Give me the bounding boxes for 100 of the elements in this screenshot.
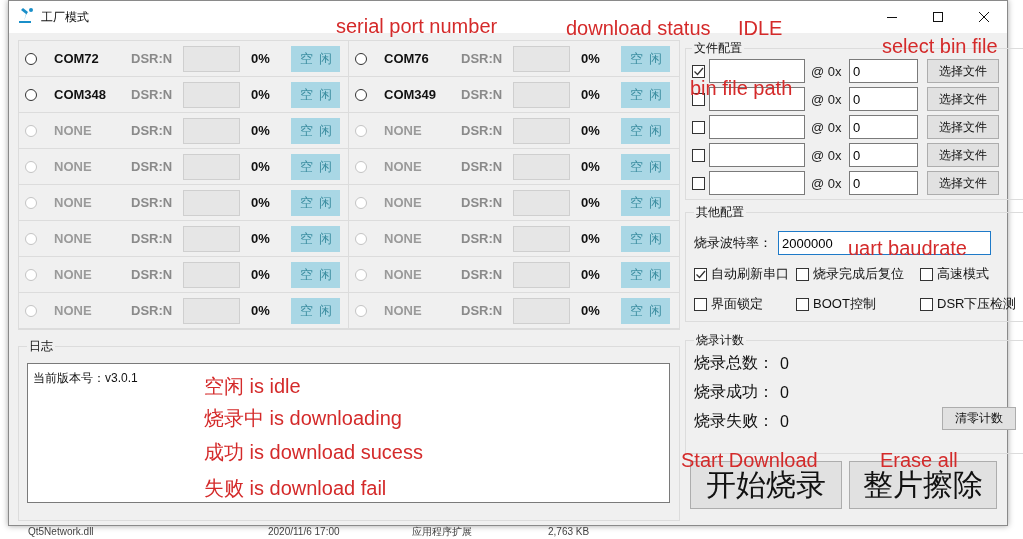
checkbox[interactable] (694, 267, 707, 281)
count-value: 0 (780, 412, 789, 431)
select-file-button[interactable]: 选择文件 (927, 171, 999, 195)
annotation-text: 烧录中 is downloading (204, 408, 402, 428)
port-name: COM72 (54, 51, 100, 66)
option-label: BOOT控制 (813, 295, 876, 313)
dsr-label: DSR:N (131, 159, 174, 174)
annotation-text: IDLE (738, 18, 783, 38)
radio-button[interactable] (25, 52, 37, 65)
dsr-label: DSR:N (131, 267, 174, 282)
dsr-label: DSR:N (461, 87, 504, 102)
dsr-label: DSR:N (461, 159, 504, 174)
percent-label: 0% (581, 303, 601, 318)
select-file-button[interactable]: 选择文件 (927, 143, 999, 167)
dsr-label: DSR:N (461, 123, 504, 138)
address-field[interactable]: 0 (849, 87, 918, 111)
dsr-label: DSR:N (131, 303, 174, 318)
dsr-label: DSR:N (461, 303, 504, 318)
count-value: 0 (780, 383, 789, 402)
dsr-label: DSR:N (131, 51, 174, 66)
checkbox[interactable] (920, 297, 933, 311)
port-name: NONE (54, 267, 93, 282)
percent-label: 0% (581, 87, 601, 102)
address-label: @ 0x (811, 119, 843, 135)
group-title: 文件配置 (693, 40, 743, 57)
dsr-label: DSR:N (131, 87, 174, 102)
address-field[interactable]: 0 (849, 59, 918, 83)
checkbox[interactable] (796, 267, 809, 281)
status-button[interactable]: 空闲 (621, 81, 670, 108)
select-file-button[interactable]: 选择文件 (927, 59, 999, 83)
path-field[interactable] (709, 115, 805, 139)
port-name: NONE (384, 303, 423, 318)
option-label: 自动刷新串口 (711, 265, 789, 283)
checkbox[interactable] (692, 148, 705, 162)
status-button[interactable]: 空闲 (291, 81, 340, 108)
annotation-text: 成功 is download sucess (204, 442, 423, 462)
dsr-label: DSR:N (461, 231, 504, 246)
select-file-button[interactable]: 选择文件 (927, 115, 999, 139)
percent-label: 0% (251, 87, 271, 102)
port-name: NONE (384, 159, 423, 174)
address-field[interactable]: 0 (849, 115, 918, 139)
port-name: NONE (54, 159, 93, 174)
checkbox[interactable] (692, 176, 705, 190)
group-title: 烧录计数 (695, 332, 745, 349)
close-icon[interactable] (979, 12, 989, 22)
radio-button[interactable] (355, 52, 367, 65)
dsr-label: DSR:N (461, 267, 504, 282)
annotation-text: serial port number (336, 16, 498, 36)
dsr-label: DSR:N (131, 231, 174, 246)
dsr-label: DSR:N (131, 195, 174, 210)
port-name: NONE (54, 231, 93, 246)
percent-label: 0% (581, 195, 601, 210)
address-label: @ 0x (811, 175, 843, 191)
annotation-text: 失败 is download fail (204, 478, 387, 498)
percent-label: 0% (581, 123, 601, 138)
annotation-text: 空闲 is idle (204, 376, 301, 396)
percent-label: 0% (251, 231, 271, 246)
address-field[interactable]: 0 (849, 143, 918, 167)
select-file-button[interactable]: 选择文件 (927, 87, 999, 111)
port-name: COM349 (384, 87, 438, 102)
port-name: NONE (384, 267, 423, 282)
percent-label: 0% (251, 303, 271, 318)
radio-button[interactable] (25, 88, 37, 101)
maximize-icon[interactable] (933, 12, 943, 22)
path-field[interactable] (709, 143, 805, 167)
group-title: 日志 (28, 338, 54, 355)
radio-button[interactable] (355, 88, 367, 101)
address-field[interactable]: 0 (849, 171, 918, 195)
percent-label: 0% (251, 123, 271, 138)
option-label: 烧录完成后复位 (813, 265, 904, 283)
address-label: @ 0x (811, 63, 843, 79)
checkbox[interactable] (692, 64, 705, 78)
port-name: NONE (384, 195, 423, 210)
status-button[interactable]: 空闲 (291, 45, 340, 72)
option-label: DSR下压检测 (937, 295, 1017, 313)
option-label: 界面锁定 (711, 295, 763, 313)
dsr-label: DSR:N (461, 51, 504, 66)
file-name: Qt5Network.dll (28, 526, 94, 538)
checkbox[interactable] (920, 267, 933, 281)
path-field[interactable] (709, 171, 805, 195)
annotation-text: select bin file (882, 36, 998, 56)
percent-label: 0% (581, 159, 601, 174)
dsr-label: DSR:N (131, 123, 174, 138)
count-label: 烧录成功： (694, 382, 774, 402)
reset-count-button[interactable]: 清零计数 (942, 407, 1017, 430)
port-name: NONE (384, 123, 423, 138)
checkbox[interactable] (692, 120, 705, 134)
dsr-label: DSR:N (461, 195, 504, 210)
address-label: @ 0x (811, 147, 843, 163)
percent-label: 0% (581, 51, 601, 66)
checkbox[interactable] (796, 297, 809, 311)
annotation-text: download status (566, 18, 711, 38)
file-size: 2,763 KB (548, 526, 590, 538)
count-value: 0 (780, 354, 789, 373)
checkbox[interactable] (694, 297, 707, 311)
log-text: 当前版本号：v3.0.1 (33, 371, 138, 385)
percent-label: 0% (251, 195, 271, 210)
group-title: 其他配置 (695, 204, 745, 221)
port-name: NONE (384, 231, 423, 246)
status-button[interactable]: 空闲 (621, 45, 670, 72)
